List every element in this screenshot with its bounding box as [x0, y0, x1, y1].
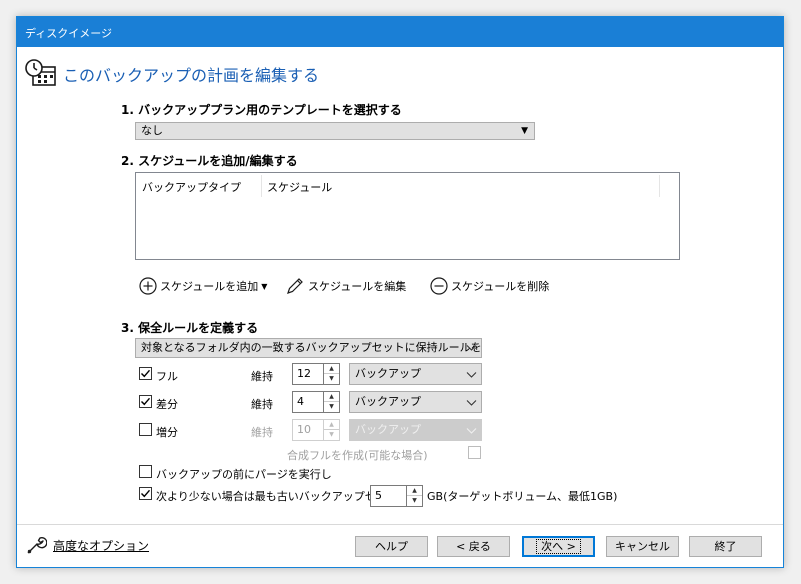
footer-divider: [17, 524, 783, 525]
checkmark-icon: [141, 369, 151, 378]
checkmark-icon: [141, 397, 151, 406]
edit-schedule-label: スケジュールを編集: [308, 280, 407, 293]
stepper-down-icon[interactable]: ▼: [324, 430, 339, 440]
incremental-unit-select[interactable]: バックアップ: [349, 419, 482, 441]
incremental-count-stepper[interactable]: 10 ▲ ▼: [292, 419, 340, 441]
incremental-label: 増分: [156, 426, 178, 439]
minus-circle-icon: [430, 277, 448, 295]
synthetic-full-label: 合成フルを作成(可能な場合): [287, 449, 428, 462]
advanced-options-label: 高度なオプション: [53, 538, 150, 553]
section-template-heading: 1. バックアッププラン用のテンプレートを選択する: [121, 103, 402, 117]
cancel-button[interactable]: キャンセル: [606, 536, 679, 557]
chevron-down-icon: [466, 428, 477, 434]
differential-checkbox[interactable]: [139, 395, 152, 408]
dropdown-arrow-icon: ▼: [521, 126, 528, 136]
back-button[interactable]: < 戻る: [437, 536, 510, 557]
pencil-icon: [287, 278, 303, 294]
delete-schedule-label: スケジュールを削除: [451, 280, 550, 293]
differential-unit-select[interactable]: バックアップ: [349, 391, 482, 413]
chevron-down-icon: [466, 372, 477, 378]
column-schedule[interactable]: スケジュール: [267, 179, 332, 195]
stepper-buttons: ▲ ▼: [324, 363, 340, 385]
min-space-suffix: GB(ターゲットボリューム、最低1GB): [427, 490, 618, 503]
dropdown-arrow-icon: ▼: [261, 281, 268, 291]
section-schedule-heading: 2. スケジュールを追加/編集する: [121, 154, 298, 168]
page-header: このバックアップの計画を編集する: [25, 59, 765, 89]
differential-count-stepper[interactable]: 4 ▲ ▼: [292, 391, 340, 413]
column-divider: [659, 175, 660, 197]
synthetic-full-checkbox[interactable]: [468, 446, 481, 459]
window-title: ディスクイメージ: [25, 27, 113, 40]
differential-label: 差分: [156, 398, 178, 411]
stepper-buttons: ▲ ▼: [407, 485, 423, 507]
differential-unit-value: バックアップ: [355, 395, 421, 408]
template-select-value: なし: [141, 124, 163, 137]
retention-rule-value: 対象となるフォルダ内の一致するバックアップセットに保持ルールを適用: [141, 341, 482, 354]
stepper-down-icon[interactable]: ▼: [407, 496, 422, 506]
stepper-up-icon[interactable]: ▲: [407, 486, 422, 496]
checkmark-icon: [141, 489, 151, 498]
full-unit-select[interactable]: バックアップ: [349, 363, 482, 385]
help-button[interactable]: ヘルプ: [355, 536, 428, 557]
stepper-buttons: ▲ ▼: [324, 391, 340, 413]
add-schedule-label: スケジュールを追加: [160, 280, 259, 293]
section-retention-heading: 3. 保全ルールを定義する: [121, 321, 259, 335]
plus-circle-icon: [139, 277, 157, 295]
next-button-label: 次へ >: [536, 539, 581, 554]
incremental-checkbox[interactable]: [139, 423, 152, 436]
disk-image-window: ディスクイメージ このバックアップの計画を編集する 1. バックアッププラン用の…: [16, 16, 784, 568]
page-title: このバックアップの計画を編集する: [63, 66, 320, 85]
stepper-up-icon[interactable]: ▲: [324, 364, 339, 374]
edit-schedule-button[interactable]: スケジュールを編集: [285, 275, 406, 297]
full-unit-value: バックアップ: [355, 367, 421, 380]
differential-keep-label: 維持: [251, 398, 273, 411]
incremental-unit-value: バックアップ: [355, 423, 421, 436]
min-space-value[interactable]: 5: [370, 485, 407, 507]
delete-schedule-button[interactable]: スケジュールを削除: [430, 275, 549, 297]
full-count-stepper[interactable]: 12 ▲ ▼: [292, 363, 340, 385]
advanced-options-link[interactable]: 高度なオプション: [25, 533, 149, 557]
stepper-down-icon[interactable]: ▼: [324, 374, 339, 384]
schedule-list[interactable]: バックアップタイプ スケジュール: [135, 172, 680, 260]
differential-count-value[interactable]: 4: [292, 391, 324, 413]
stepper-down-icon[interactable]: ▼: [324, 402, 339, 412]
incremental-count-value[interactable]: 10: [292, 419, 324, 441]
full-label: フル: [156, 370, 178, 383]
min-space-checkbox[interactable]: [139, 487, 152, 500]
stepper-up-icon[interactable]: ▲: [324, 420, 339, 430]
full-keep-label: 維持: [251, 370, 273, 383]
template-select[interactable]: なし ▼: [135, 122, 535, 140]
incremental-keep-label: 維持: [251, 426, 273, 439]
min-space-label: 次より少ない場合は最も古いバックアップセット: [156, 490, 398, 503]
finish-button[interactable]: 終了: [689, 536, 762, 557]
add-schedule-button[interactable]: スケジュールを追加 ▼: [139, 275, 267, 297]
full-checkbox[interactable]: [139, 367, 152, 380]
chevron-down-icon: [466, 345, 477, 351]
retention-rule-select[interactable]: 対象となるフォルダ内の一致するバックアップセットに保持ルールを適用: [135, 338, 482, 358]
stepper-up-icon[interactable]: ▲: [324, 392, 339, 402]
column-backup-type[interactable]: バックアップタイプ: [142, 179, 241, 195]
min-space-stepper[interactable]: 5 ▲ ▼: [370, 485, 423, 507]
schedule-calendar-icon: [25, 59, 56, 86]
purge-before-label: バックアップの前にパージを実行し: [156, 468, 332, 481]
title-bar: ディスクイメージ: [17, 17, 783, 47]
stepper-buttons: ▲ ▼: [324, 419, 340, 441]
chevron-down-icon: [466, 400, 477, 406]
next-button[interactable]: 次へ >: [522, 536, 595, 557]
wrench-icon: [27, 536, 47, 554]
full-count-value[interactable]: 12: [292, 363, 324, 385]
purge-before-checkbox[interactable]: [139, 465, 152, 478]
column-divider: [261, 175, 262, 197]
